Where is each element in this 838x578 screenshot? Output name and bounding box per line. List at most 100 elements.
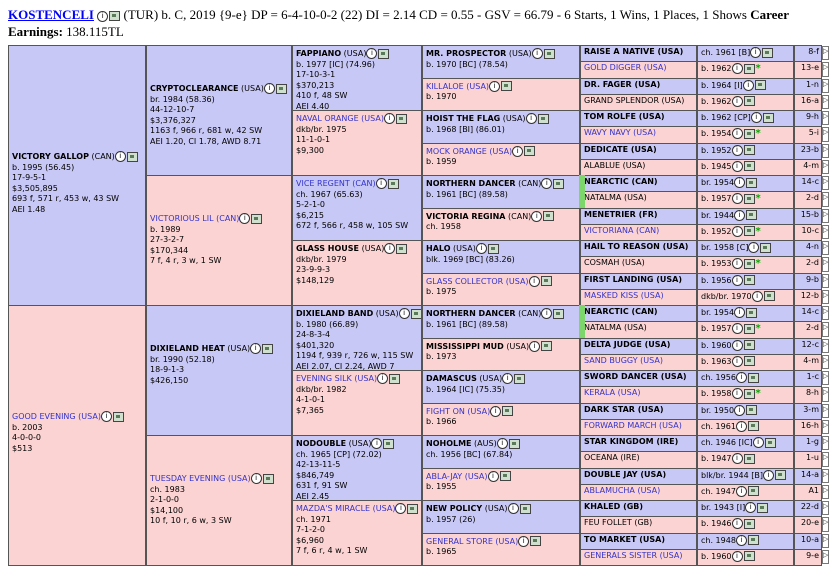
flag-icon[interactable] bbox=[410, 308, 421, 319]
flag-icon[interactable] bbox=[383, 438, 395, 449]
info-icon[interactable]: i bbox=[750, 112, 762, 123]
flag-icon[interactable] bbox=[537, 113, 549, 124]
horse-name-link[interactable]: MAZDA'S MIRACLE bbox=[296, 504, 370, 513]
horse-name-link[interactable]: HAIL TO REASON (USA) bbox=[584, 242, 688, 251]
flag-icon[interactable] bbox=[387, 178, 399, 189]
horse-name-link[interactable]: ALABLUE (USA) bbox=[584, 161, 645, 170]
horse-name-link[interactable]: HALO bbox=[426, 244, 451, 253]
info-icon[interactable]: i bbox=[731, 355, 743, 367]
horse-name-link[interactable]: DOUBLE JAY (USA) bbox=[584, 470, 666, 479]
horse-name-link[interactable]: SAND BUGGY (USA) bbox=[584, 356, 663, 365]
expand-button[interactable]: ▷ bbox=[822, 78, 829, 93]
flag-icon[interactable] bbox=[743, 161, 755, 172]
info-icon[interactable]: i bbox=[518, 535, 530, 547]
info-icon[interactable]: i bbox=[731, 225, 743, 237]
flag-icon[interactable] bbox=[747, 421, 759, 432]
info-icon[interactable]: i bbox=[731, 323, 743, 335]
horse-name-link[interactable]: NORTHERN DANCER bbox=[426, 309, 516, 318]
horse-name-link[interactable]: FORWARD MARCH (USA) bbox=[584, 421, 682, 430]
horse-name-link[interactable]: FIGHT ON bbox=[426, 407, 465, 416]
info-icon[interactable]: i bbox=[114, 151, 126, 162]
info-icon[interactable]: i bbox=[395, 503, 407, 514]
horse-name-link[interactable]: FIRST LANDING (USA) bbox=[584, 275, 682, 284]
flag-icon[interactable] bbox=[743, 340, 755, 350]
flag-icon[interactable] bbox=[743, 258, 755, 269]
expand-button[interactable]: ▷ bbox=[822, 241, 829, 256]
horse-name-link[interactable]: VICE REGENT bbox=[296, 179, 350, 188]
flag-icon[interactable] bbox=[746, 210, 758, 220]
flag-icon[interactable] bbox=[499, 471, 511, 481]
info-icon[interactable]: i bbox=[502, 373, 514, 384]
info-icon[interactable]: i bbox=[745, 502, 757, 513]
expand-button[interactable]: ▷ bbox=[822, 289, 829, 304]
horse-name-link[interactable]: MOCK ORANGE bbox=[426, 147, 487, 156]
horse-name-link[interactable]: GENERAL STORE bbox=[426, 537, 493, 546]
horse-name-link[interactable]: MENETRIER (FR) bbox=[584, 210, 658, 219]
horse-name-link[interactable]: DR. FAGER (USA) bbox=[584, 80, 660, 89]
flag-icon[interactable] bbox=[747, 372, 759, 383]
expand-button[interactable]: ▷ bbox=[822, 322, 829, 337]
horse-name-link[interactable]: DARK STAR (USA) bbox=[584, 405, 663, 414]
info-icon[interactable]: i bbox=[731, 550, 743, 562]
info-icon[interactable]: i bbox=[250, 343, 262, 354]
horse-name-link[interactable]: DEDICATE (USA) bbox=[584, 145, 657, 154]
info-icon[interactable]: i bbox=[734, 404, 746, 416]
expand-button[interactable]: ▷ bbox=[822, 224, 829, 239]
info-icon[interactable]: i bbox=[762, 469, 774, 481]
info-icon[interactable]: i bbox=[507, 503, 519, 514]
flag-icon[interactable] bbox=[395, 113, 407, 124]
flag-icon[interactable] bbox=[389, 373, 401, 384]
info-icon[interactable]: i bbox=[100, 411, 112, 422]
expand-button[interactable]: ▷ bbox=[822, 46, 829, 61]
info-icon[interactable]: i bbox=[735, 485, 747, 497]
info-icon[interactable]: i bbox=[541, 308, 553, 319]
info-icon[interactable]: i bbox=[750, 47, 762, 58]
expand-button[interactable]: ▷ bbox=[822, 403, 829, 418]
expand-button[interactable]: ▷ bbox=[822, 387, 829, 402]
flag-icon[interactable] bbox=[757, 502, 769, 513]
horse-name-link[interactable]: DIXIELAND HEAT bbox=[150, 344, 225, 353]
horse-name-link[interactable]: NOHOLME bbox=[426, 439, 472, 448]
flag-icon[interactable] bbox=[126, 151, 138, 162]
horse-name-link[interactable]: CRYPTOCLEARANCE bbox=[150, 84, 239, 93]
flag-icon[interactable] bbox=[109, 11, 121, 22]
horse-name-link[interactable]: MR. PROSPECTOR bbox=[426, 49, 506, 58]
info-icon[interactable]: i bbox=[731, 160, 743, 172]
horse-name-link[interactable]: FEU FOLLET (GB) bbox=[584, 518, 652, 527]
expand-button[interactable]: ▷ bbox=[822, 176, 829, 191]
horse-name-link[interactable]: ABLA-JAY bbox=[426, 472, 462, 481]
info-icon[interactable]: i bbox=[375, 178, 387, 189]
flag-icon[interactable] bbox=[407, 503, 419, 514]
expand-button[interactable]: ▷ bbox=[822, 371, 829, 386]
expand-button[interactable]: ▷ bbox=[822, 419, 829, 434]
flag-icon[interactable] bbox=[262, 343, 274, 354]
horse-name-link[interactable]: TO MARKET (USA) bbox=[584, 535, 665, 544]
info-icon[interactable]: i bbox=[489, 80, 501, 92]
flag-icon[interactable] bbox=[764, 437, 776, 448]
flag-icon[interactable] bbox=[743, 388, 755, 399]
flag-icon[interactable] bbox=[747, 535, 759, 545]
horse-name-link[interactable]: GENERALS SISTER (USA) bbox=[584, 551, 682, 560]
horse-name-link[interactable]: NATALMA (USA) bbox=[584, 193, 647, 202]
flag-icon[interactable] bbox=[743, 193, 755, 204]
info-icon[interactable]: i bbox=[751, 290, 763, 302]
info-icon[interactable]: i bbox=[735, 372, 747, 383]
expand-button[interactable]: ▷ bbox=[822, 306, 829, 321]
info-icon[interactable]: i bbox=[529, 340, 541, 352]
info-icon[interactable]: i bbox=[731, 453, 743, 465]
flag-icon[interactable] bbox=[743, 275, 755, 285]
horse-name-link[interactable]: GOOD EVENING bbox=[12, 412, 76, 421]
info-icon[interactable]: i bbox=[731, 388, 743, 400]
expand-button[interactable]: ▷ bbox=[822, 159, 829, 174]
flag-icon[interactable] bbox=[743, 323, 755, 334]
horse-name-link[interactable]: DELTA JUDGE (USA) bbox=[584, 340, 670, 349]
horse-name-link[interactable]: KERALA (USA) bbox=[584, 388, 640, 397]
info-icon[interactable]: i bbox=[525, 113, 537, 124]
flag-icon[interactable] bbox=[774, 470, 786, 480]
flag-icon[interactable] bbox=[502, 406, 514, 416]
info-icon[interactable]: i bbox=[239, 213, 251, 224]
flag-icon[interactable] bbox=[540, 276, 552, 286]
horse-name-link[interactable]: SWORD DANCER (USA) bbox=[584, 372, 687, 381]
flag-icon[interactable] bbox=[743, 356, 755, 367]
info-icon[interactable]: i bbox=[371, 438, 383, 449]
